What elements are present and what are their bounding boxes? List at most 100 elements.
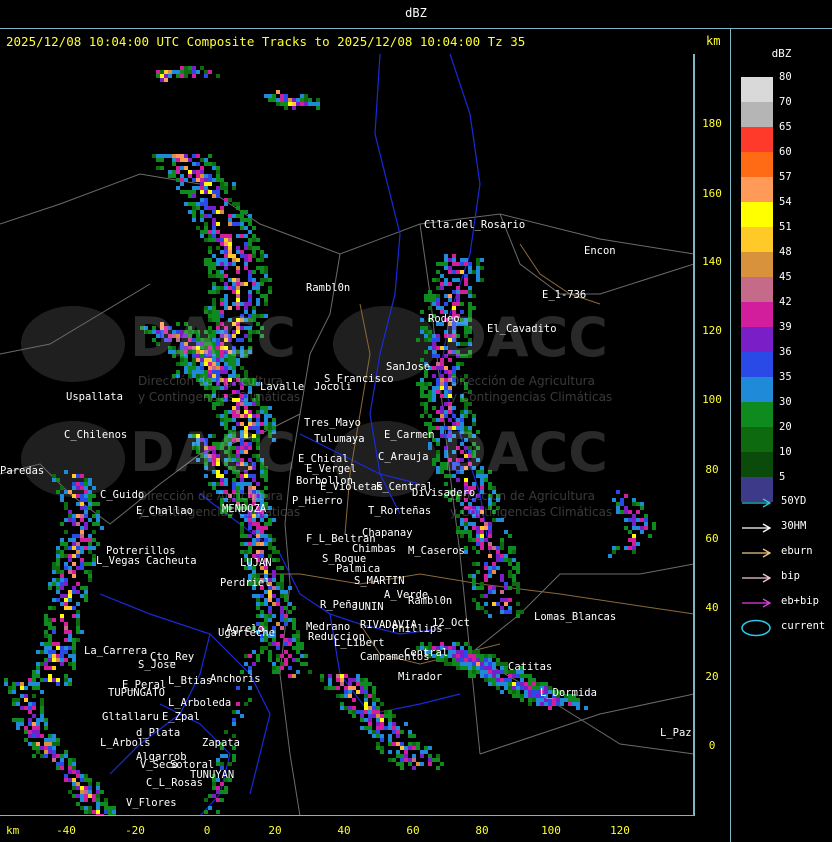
radar-echo-cell <box>224 250 228 254</box>
radar-echo-cell <box>196 186 200 190</box>
radar-echo-cell <box>68 570 72 574</box>
radar-echo-cell <box>228 246 232 250</box>
radar-echo-cell <box>240 250 244 254</box>
place-label: E_Zpal <box>162 711 200 723</box>
radar-echo-cell <box>256 266 260 270</box>
radar-echo-cell <box>356 682 360 686</box>
radar-echo-cell <box>204 158 208 162</box>
radar-echo-cell <box>180 190 184 194</box>
radar-echo-cell <box>640 530 644 534</box>
radar-echo-cell <box>500 678 504 682</box>
radar-echo-cell <box>240 226 244 230</box>
radar-echo-cell <box>96 798 100 802</box>
radar-echo-cell <box>504 686 508 690</box>
radar-echo-cell <box>72 650 76 654</box>
radar-echo-cell <box>88 502 92 506</box>
radar-echo-cell <box>268 546 272 550</box>
radar-echo-cell <box>72 570 76 574</box>
radar-echo-cell <box>432 398 436 402</box>
radar-echo-cell <box>460 658 464 662</box>
radar-echo-cell <box>492 662 496 666</box>
legend-track-item: 50YD <box>741 495 831 511</box>
radar-echo-cell <box>368 730 372 734</box>
radar-echo-cell <box>252 538 256 542</box>
radar-echo-cell <box>64 470 68 474</box>
radar-echo-cell <box>40 702 44 706</box>
radar-echo-cell <box>52 678 56 682</box>
radar-echo-cell <box>436 294 440 298</box>
radar-echo-cell <box>512 566 516 570</box>
radar-echo-cell <box>308 102 312 106</box>
radar-echo-cell <box>32 742 36 746</box>
radar-echo-cell <box>396 754 400 758</box>
radar-echo-cell <box>224 266 228 270</box>
radar-echo-cell <box>492 562 496 566</box>
radar-echo-cell <box>472 662 476 666</box>
legend-track-label: 30HM <box>781 520 807 532</box>
radar-echo-cell <box>272 578 276 582</box>
radar-echo-cell <box>280 98 284 102</box>
radar-echo-cell <box>264 94 268 98</box>
radar-echo-cell <box>400 746 404 750</box>
x-tick-label: 100 <box>541 824 561 837</box>
radar-echo-cell <box>436 390 440 394</box>
radar-echo-cell <box>428 422 432 426</box>
radar-echo-cell <box>476 274 480 278</box>
radar-echo-cell <box>632 522 636 526</box>
radar-echo-cell <box>476 262 480 266</box>
radar-echo-cell <box>204 182 208 186</box>
radar-echo-cell <box>196 202 200 206</box>
radar-echo-cell <box>208 214 212 218</box>
radar-echo-cell <box>264 410 268 414</box>
radar-echo-cell <box>484 610 488 614</box>
radar-echo-cell <box>204 206 208 210</box>
radar-echo-cell <box>296 646 300 650</box>
radar-echo-cell <box>288 618 292 622</box>
radar-echo-cell <box>220 186 224 190</box>
radar-echo-cell <box>236 246 240 250</box>
radar-echo-cell <box>432 462 436 466</box>
radar-echo-cell <box>64 598 68 602</box>
radar-echo-cell <box>488 570 492 574</box>
radar-echo-cell <box>472 574 476 578</box>
radar-echo-cell <box>36 718 40 722</box>
radar-echo-cell <box>472 414 476 418</box>
radar-echo-cell <box>180 158 184 162</box>
legend-swatch <box>741 302 773 327</box>
radar-echo-cell <box>476 278 480 282</box>
radar-echo-cell <box>340 678 344 682</box>
radar-echo-cell <box>152 154 156 158</box>
radar-echo-cell <box>272 546 276 550</box>
radar-echo-cell <box>276 550 280 554</box>
radar-echo-cell <box>424 298 428 302</box>
radar-echo-cell <box>28 730 32 734</box>
legend-swatch <box>741 377 773 402</box>
radar-echo-cell <box>432 374 436 378</box>
radar-echo-cell <box>184 74 188 78</box>
radar-echo-cell <box>96 518 100 522</box>
radar-map[interactable]: Clla.del_Rosario Encon E_1-736 Rodeo El_Cava… <box>0 53 695 822</box>
radar-echo-cell <box>548 702 552 706</box>
radar-echo-cell <box>228 410 232 414</box>
place-label: Uspallata <box>66 391 123 403</box>
radar-echo-cell <box>436 302 440 306</box>
radar-echo-cell <box>176 158 180 162</box>
radar-echo-cell <box>288 102 292 106</box>
radar-echo-cell <box>28 710 32 714</box>
radar-echo-cell <box>188 174 192 178</box>
radar-echo-cell <box>72 642 76 646</box>
track-arrow-icon <box>742 598 772 608</box>
radar-echo-cell <box>256 534 260 538</box>
radar-echo-cell <box>488 614 492 618</box>
radar-echo-cell <box>76 474 80 478</box>
radar-echo-cell <box>264 602 268 606</box>
radar-echo-cell <box>84 586 88 590</box>
radar-echo-cell <box>180 74 184 78</box>
radar-echo-cell <box>56 762 60 766</box>
radar-echo-cell <box>84 478 88 482</box>
radar-echo-cell <box>72 586 76 590</box>
radar-echo-cell <box>88 782 92 786</box>
radar-echo-cell <box>284 102 288 106</box>
place-label: Central <box>404 647 449 659</box>
radar-echo-cell <box>208 258 212 262</box>
